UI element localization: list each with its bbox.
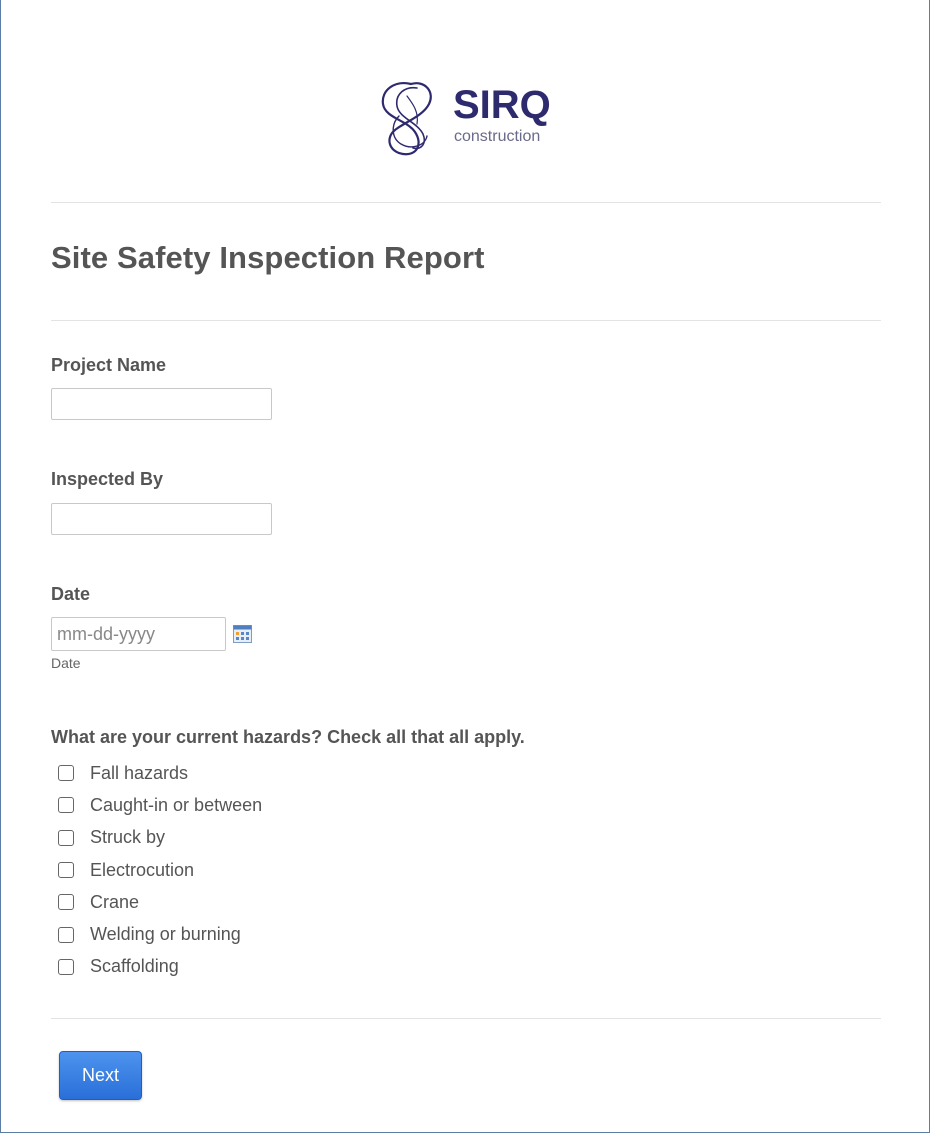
sirq-swirl-logo-icon: SIRQ construction bbox=[381, 82, 551, 156]
option-label: Struck by bbox=[90, 827, 166, 848]
hazard-option-electrocution[interactable]: Electrocution bbox=[58, 854, 262, 886]
hazards-options: Fall hazards Caught-in or between Struck… bbox=[58, 757, 262, 983]
logo-brand-text: SIRQ bbox=[453, 83, 551, 127]
hazards-question: What are your current hazards? Check all… bbox=[51, 727, 525, 747]
next-button[interactable]: Next bbox=[59, 1051, 142, 1100]
checkbox[interactable] bbox=[58, 862, 74, 879]
option-label: Caught-in or between bbox=[90, 794, 263, 815]
project-name-input[interactable] bbox=[51, 388, 272, 420]
date-label: Date bbox=[51, 584, 91, 604]
company-logo: SIRQ construction bbox=[377, 76, 567, 158]
hazard-option-scaffolding[interactable]: Scaffolding bbox=[58, 951, 262, 983]
calendar-icon[interactable] bbox=[233, 625, 252, 643]
hazard-option-fall-hazards[interactable]: Fall hazards bbox=[58, 757, 262, 789]
form-page: SIRQ construction Site Safety Inspection… bbox=[0, 0, 930, 1133]
option-label: Scaffolding bbox=[90, 956, 179, 977]
header-divider bbox=[51, 202, 881, 203]
option-label: Electrocution bbox=[90, 859, 195, 880]
title-divider bbox=[51, 320, 881, 321]
option-label: Welding or burning bbox=[90, 924, 241, 945]
logo-tagline-text: construction bbox=[454, 128, 540, 145]
option-label: Crane bbox=[90, 891, 140, 912]
hazard-option-welding[interactable]: Welding or burning bbox=[58, 918, 262, 950]
checkbox[interactable] bbox=[58, 894, 74, 911]
checkbox[interactable] bbox=[58, 958, 74, 975]
hazard-option-struck-by[interactable]: Struck by bbox=[58, 822, 262, 854]
checkbox[interactable] bbox=[58, 829, 74, 846]
option-label: Fall hazards bbox=[90, 762, 189, 783]
inspected-by-input[interactable] bbox=[51, 503, 272, 535]
checkbox[interactable] bbox=[58, 765, 74, 782]
hazard-option-caught-in[interactable]: Caught-in or between bbox=[58, 789, 262, 821]
page-title: Site Safety Inspection Report bbox=[51, 240, 485, 275]
project-name-label: Project Name bbox=[51, 355, 167, 375]
checkbox[interactable] bbox=[58, 926, 74, 943]
date-input[interactable] bbox=[51, 617, 226, 651]
hazard-option-crane[interactable]: Crane bbox=[58, 886, 262, 918]
footer-divider bbox=[51, 1018, 881, 1019]
date-sublabel: Date bbox=[51, 655, 81, 671]
inspected-by-label: Inspected By bbox=[51, 469, 164, 489]
checkbox[interactable] bbox=[58, 797, 74, 814]
